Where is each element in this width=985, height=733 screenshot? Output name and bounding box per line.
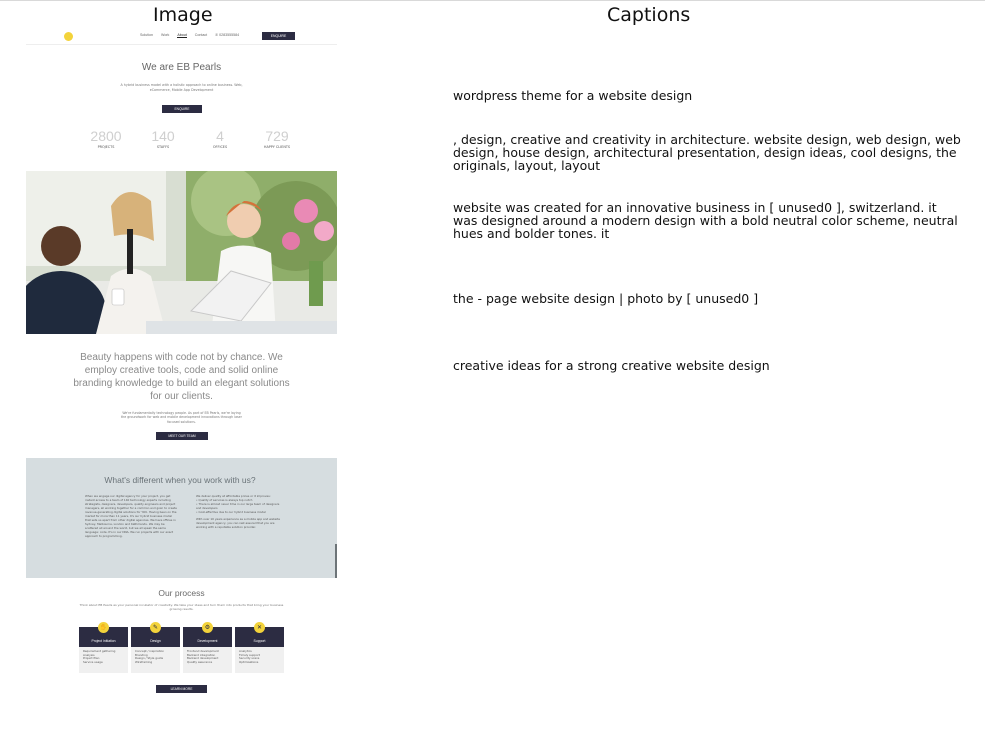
card-list-item: Optimisations (239, 659, 259, 664)
card-title: Development (197, 639, 218, 643)
card-title: Support (253, 639, 266, 643)
pencil-icon: ✎ (150, 622, 161, 633)
bullet-text: There is almost never time in our large … (196, 502, 280, 510)
hero-enquire-button[interactable]: ENQUIRE (162, 105, 202, 113)
nav-enquire-button[interactable]: ENQUIRE (262, 32, 295, 40)
card-header: ✋ Project Initiation (79, 622, 128, 647)
card-list-item: Quality assurance (187, 659, 213, 664)
tools-icon: ✕ (254, 622, 265, 633)
process-card-support: ✕ Support Analytics Timely support Secur… (235, 622, 284, 673)
nav-link-about[interactable]: About (177, 33, 187, 38)
caption-5: creative ideas for a strong creative web… (453, 358, 770, 373)
gear-icon: ⚙ (202, 622, 213, 633)
process-card-development: ⚙ Development Frontend development Backe… (183, 622, 232, 673)
card-header: ⚙ Development (183, 622, 232, 647)
learn-more-button[interactable]: LEARN MORE (156, 685, 207, 693)
difference-right-column: We deliver quality at affordable prices … (196, 494, 280, 529)
card-list: Concept / inspiration Branding Design / … (135, 649, 164, 664)
caption-3: website was created for an innovative bu… (453, 200, 958, 241)
card-header: ✕ Support (235, 622, 284, 647)
captions-column-header: Captions (607, 4, 691, 26)
stat-value: 4 (216, 128, 224, 144)
nav-phone[interactable]: ✆ 0283555584 (215, 33, 239, 38)
card-list-item: Service usage (83, 659, 103, 664)
bullet-text: Cost-effective due to our hybrid busines… (198, 510, 266, 514)
card-list-item: Wireframing (135, 659, 153, 664)
nav-link-work[interactable]: Work (161, 33, 169, 38)
difference-title: What's different when you work with us? (104, 475, 256, 485)
stat-projects: 2800 PROJECTS (81, 128, 131, 149)
stat-value: 2800 (90, 128, 122, 144)
card-title: Design (150, 639, 161, 643)
website-preview: Solution Work About Contact ✆ 0283555584… (26, 28, 337, 698)
card-title: Project Initiation (91, 639, 116, 643)
stat-offices: 4 OFFICES (195, 128, 245, 149)
difference-left-text: When we engage our digital agency for yo… (85, 494, 177, 538)
difference-bullet: • Cost-effective due to our hybrid busin… (196, 510, 266, 514)
nav-link-contact[interactable]: Contact (195, 33, 207, 38)
process-title: Our process (158, 588, 205, 598)
nav-link-solution[interactable]: Solution (140, 33, 153, 38)
beauty-headline: Beauty happens with code not by chance. … (73, 352, 290, 402)
nav-phone-number: 0283555584 (219, 33, 240, 37)
process-subtitle: Think about EB Pearls as your personal i… (79, 603, 284, 612)
stat-value: 140 (151, 128, 175, 144)
stat-staffs: 140 STAFFS (138, 128, 188, 149)
stat-happy-clients: 729 HAPPY CLIENTS (252, 128, 302, 149)
nav-links: Solution Work About Contact ✆ 0283555584 (140, 33, 239, 38)
stat-value: 729 (265, 128, 289, 144)
process-card-design: ✎ Design Concept / inspiration Branding … (131, 622, 180, 673)
image-column-header: Image (153, 4, 213, 26)
stat-label: OFFICES (212, 145, 228, 149)
stat-label: STAFFS (156, 145, 170, 149)
stat-label: HAPPY CLIENTS (263, 145, 291, 149)
card-list: Frontend development Backend integration… (187, 649, 219, 664)
team-photo (26, 171, 337, 334)
top-divider (0, 0, 985, 1)
hand-icon: ✋ (98, 622, 109, 633)
beauty-text: We're fundamentally technology people. A… (121, 411, 242, 424)
site-nav: Solution Work About Contact ✆ 0283555584… (26, 28, 337, 45)
process-card-project-initiation: ✋ Project Initiation Requirement gatheri… (79, 622, 128, 673)
difference-right-outro: With over 10 years experience as a mobil… (196, 517, 280, 529)
difference-bullet: • There is almost never time in our larg… (196, 502, 280, 510)
card-list: Requirement gathering Analysis Project P… (83, 649, 115, 664)
meet-team-button[interactable]: MEET OUR TEAM (156, 432, 208, 440)
card-header: ✎ Design (131, 622, 180, 647)
caption-1: wordpress theme for a website design (453, 88, 693, 103)
stat-label: PROJECTS (97, 145, 115, 149)
difference-section: What's different when you work with us? … (26, 458, 337, 578)
logo-icon[interactable] (64, 32, 73, 41)
hero-subtitle: A hybrid business model with a holistic … (120, 83, 243, 92)
card-list: Analytics Timely support Security scans … (239, 649, 260, 664)
caption-4: the - page website design | photo by [ u… (453, 291, 759, 306)
section-scrollbar[interactable] (335, 544, 337, 578)
phone-icon: ✆ (215, 33, 219, 37)
team-photo-illustration (26, 171, 337, 334)
hero-title: We are EB Pearls (141, 62, 222, 73)
caption-2: , design, creative and creativity in arc… (453, 132, 961, 173)
